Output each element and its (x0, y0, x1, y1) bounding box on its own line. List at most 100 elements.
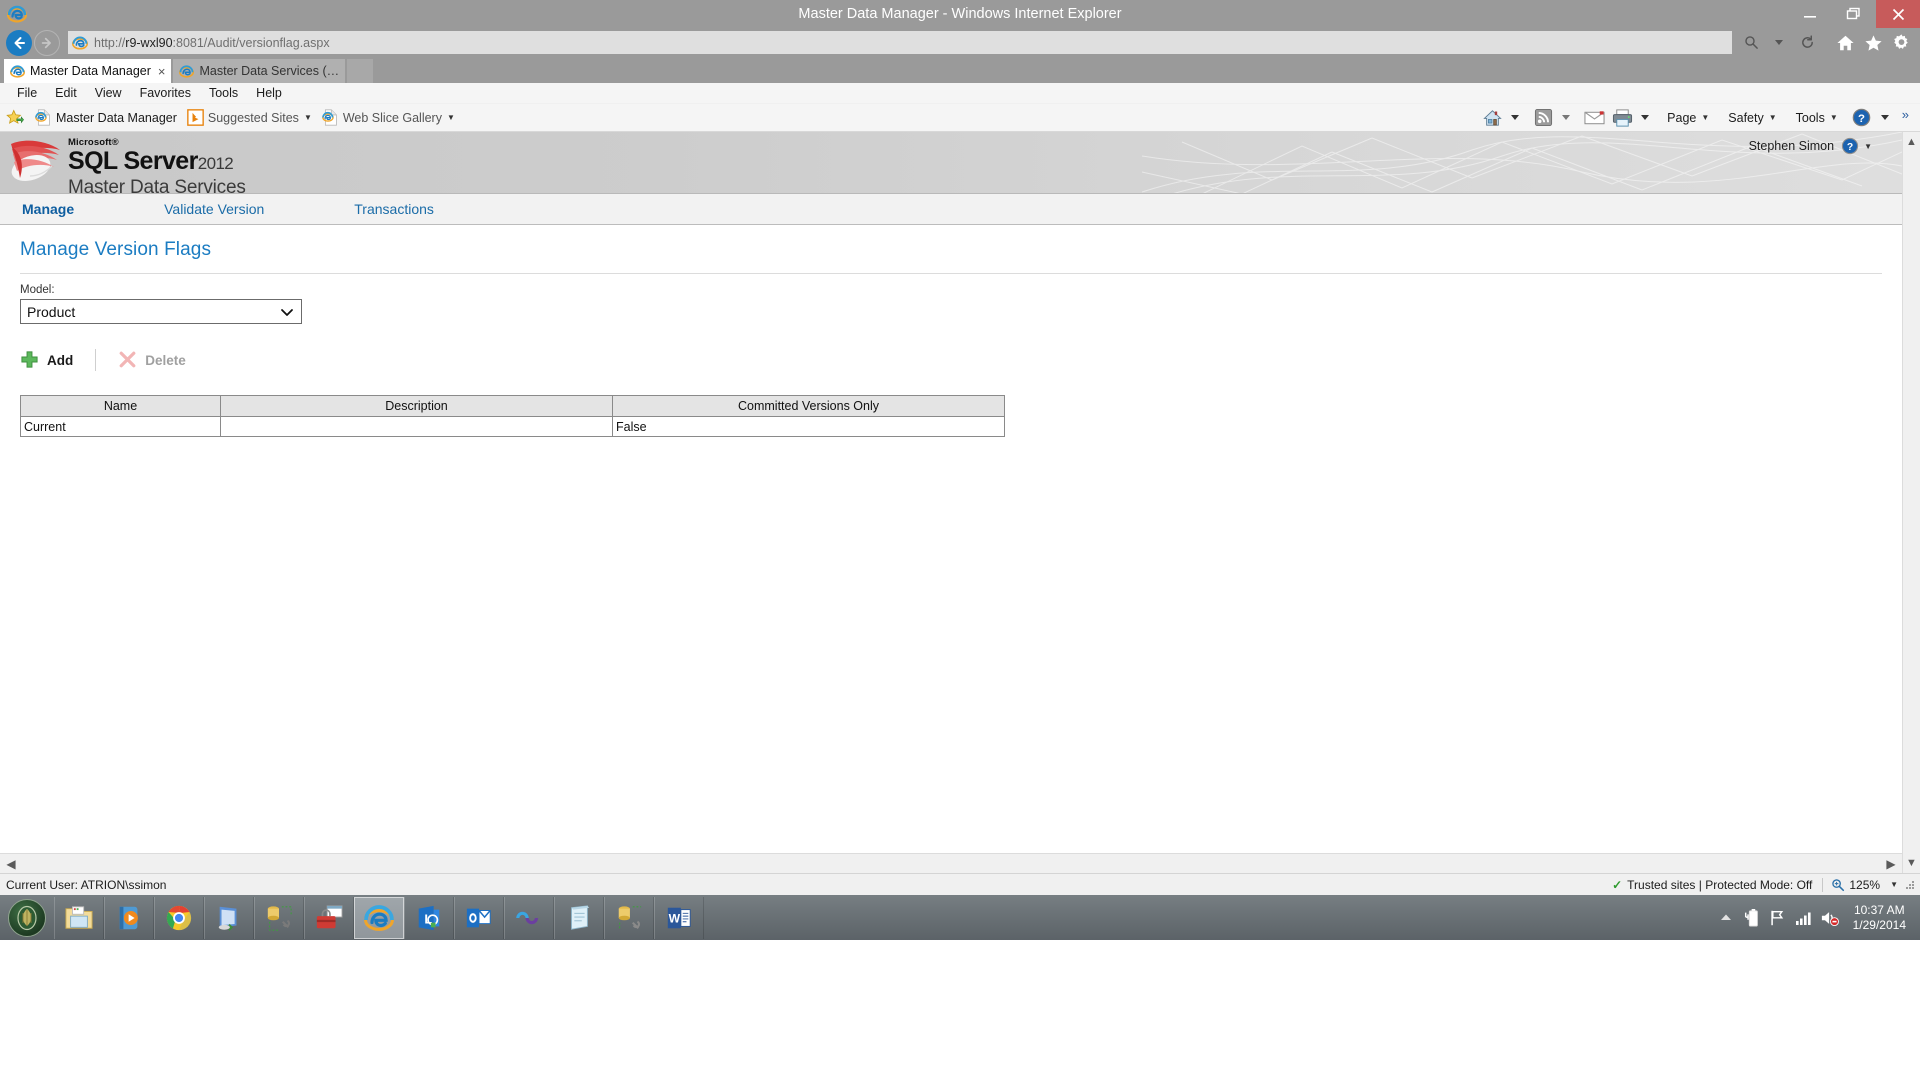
battery-icon[interactable] (1739, 903, 1765, 933)
home-icon[interactable] (1832, 31, 1858, 54)
taskbar-item-remote-desktop[interactable] (204, 896, 254, 939)
menu-item-file[interactable]: File (8, 86, 46, 100)
nav-tab-validate-version[interactable]: Validate Version (164, 201, 264, 217)
zoom-control[interactable]: 125% ▼ (1831, 878, 1904, 892)
favorites-bar: Master Data Manager Suggested Sites ▼ We… (0, 104, 1920, 132)
ie-page-icon (179, 64, 195, 79)
close-button[interactable] (1876, 0, 1920, 28)
svg-text:?: ? (1858, 113, 1865, 125)
favorites-item-master-data-manager[interactable]: Master Data Manager (35, 109, 177, 126)
action-center-flag-icon[interactable] (1765, 903, 1791, 933)
chevron-down-icon[interactable]: ▼ (1890, 880, 1898, 889)
overflow-chevron-icon[interactable]: » (1897, 107, 1914, 122)
search-icon[interactable] (1738, 31, 1764, 54)
print-icon[interactable] (1611, 107, 1633, 129)
taskbar-item-toolbox[interactable] (304, 896, 354, 939)
address-bar-row: http://r9-wxl90:8081/Audit/versionflag.a… (0, 28, 1920, 57)
vertical-scrollbar[interactable]: ▲ ▼ (1902, 132, 1920, 873)
taskbar-item-internet-explorer[interactable] (354, 896, 404, 939)
add-button[interactable]: Add (20, 350, 73, 370)
chevron-down-icon[interactable]: ▼ (447, 113, 455, 122)
chevron-down-icon[interactable] (1555, 107, 1577, 129)
home-icon[interactable] (1481, 107, 1503, 129)
browser-tab-0[interactable]: Master Data Manager × (4, 59, 172, 83)
back-button[interactable] (6, 29, 32, 56)
url-path: :8081/Audit/versionflag.aspx (172, 35, 330, 50)
delete-button[interactable]: Delete (118, 350, 186, 370)
read-mail-icon[interactable] (1583, 107, 1605, 129)
taskbar-item-notepad[interactable] (554, 896, 604, 939)
close-x-icon (118, 350, 138, 370)
web-page: Microsoft® SQL Server2012 Master Data Se… (0, 132, 1902, 873)
new-tab-button[interactable] (347, 59, 374, 83)
nav-tab-manage[interactable]: Manage (22, 201, 74, 217)
chevron-down-icon[interactable]: ▼ (1864, 142, 1872, 151)
chevron-down-icon[interactable]: ▼ (304, 113, 312, 122)
column-header-committed-versions-only[interactable]: Committed Versions Only (612, 395, 1005, 417)
scroll-up-arrow-icon[interactable]: ▲ (1903, 132, 1920, 152)
taskbar-item-file-explorer[interactable] (54, 896, 104, 939)
close-icon[interactable]: × (158, 64, 166, 79)
forward-button[interactable] (34, 29, 60, 56)
taskbar-item-outlook[interactable] (454, 896, 504, 939)
browser-tab-label: Master Data Services (… (199, 64, 340, 78)
volume-muted-icon[interactable] (1817, 903, 1843, 933)
table-row[interactable]: Current False (20, 416, 1005, 437)
restore-button[interactable] (1832, 0, 1876, 28)
browser-tab-bar: Master Data Manager × Master Data Servic… (0, 57, 1920, 83)
page-title: Manage Version Flags (20, 239, 212, 260)
gear-icon[interactable] (1888, 31, 1914, 54)
help-icon[interactable]: ? (1841, 137, 1859, 155)
tools-menu-button[interactable]: Tools ▼ (1792, 111, 1842, 125)
scroll-right-arrow-icon[interactable]: ▶ (1880, 855, 1902, 873)
chevron-down-icon: ▼ (1701, 113, 1710, 122)
url-host: r9-wxl90 (125, 35, 173, 50)
page-menu-button[interactable]: Page ▼ (1663, 111, 1713, 125)
nav-tab-transactions[interactable]: Transactions (354, 201, 434, 217)
taskbar-item-word[interactable]: W (654, 896, 704, 939)
refresh-icon[interactable] (1794, 31, 1820, 54)
resize-grip-icon[interactable] (1904, 879, 1916, 891)
chevron-down-icon[interactable] (1874, 107, 1896, 129)
chevron-down-icon: ▼ (1829, 113, 1838, 122)
minimize-button[interactable] (1788, 0, 1832, 28)
menu-bar: File Edit View Favorites Tools Help (0, 83, 1920, 104)
taskbar-item-media-player[interactable] (104, 896, 154, 939)
taskbar-item-sql-config[interactable] (604, 896, 654, 939)
chevron-down-icon[interactable] (1504, 107, 1526, 129)
taskbar-item-lync[interactable]: L (404, 896, 454, 939)
menu-item-edit[interactable]: Edit (46, 86, 86, 100)
feeds-icon[interactable] (1532, 107, 1554, 129)
status-right-group: ✓ Trusted sites | Protected Mode: Off 12… (1612, 877, 1918, 892)
add-to-favorites-button[interactable] (6, 109, 27, 126)
favorites-item-suggested-sites[interactable]: Suggested Sites ▼ (187, 109, 312, 126)
model-select[interactable]: Product (20, 299, 302, 324)
horizontal-scrollbar[interactable]: ◀ ▶ (0, 853, 1902, 873)
taskbar-clock[interactable]: 10:37 AM 1/29/2014 (1843, 903, 1914, 933)
favorites-item-web-slice-gallery[interactable]: Web Slice Gallery ▼ (322, 109, 455, 126)
network-signal-icon[interactable] (1791, 903, 1817, 933)
safety-menu-button[interactable]: Safety ▼ (1724, 111, 1780, 125)
scroll-down-arrow-icon[interactable]: ▼ (1903, 853, 1920, 873)
column-header-name[interactable]: Name (20, 395, 221, 417)
scroll-left-arrow-icon[interactable]: ◀ (0, 855, 22, 873)
favorites-star-icon[interactable] (1860, 31, 1886, 54)
taskbar-items: L W (54, 895, 704, 940)
security-zone-indicator[interactable]: ✓ Trusted sites | Protected Mode: Off (1612, 878, 1822, 892)
taskbar-item-database-tools[interactable] (254, 896, 304, 939)
menu-item-favorites[interactable]: Favorites (131, 86, 200, 100)
column-header-description[interactable]: Description (220, 395, 613, 417)
taskbar-item-google-chrome[interactable] (154, 896, 204, 939)
help-icon[interactable]: ? (1851, 107, 1873, 129)
start-button[interactable] (0, 898, 54, 937)
address-input[interactable]: http://r9-wxl90:8081/Audit/versionflag.a… (68, 31, 1732, 54)
browser-tab-1[interactable]: Master Data Services (… (173, 59, 346, 83)
taskbar-item-visual-studio[interactable] (504, 896, 554, 939)
menu-item-help[interactable]: Help (247, 86, 291, 100)
chevron-down-icon[interactable] (1634, 107, 1656, 129)
scrollbar-track[interactable] (1903, 152, 1920, 853)
show-hidden-icons-button[interactable] (1713, 903, 1739, 933)
menu-item-view[interactable]: View (86, 86, 131, 100)
menu-item-tools[interactable]: Tools (200, 86, 247, 100)
chevron-down-icon[interactable] (1766, 31, 1792, 54)
